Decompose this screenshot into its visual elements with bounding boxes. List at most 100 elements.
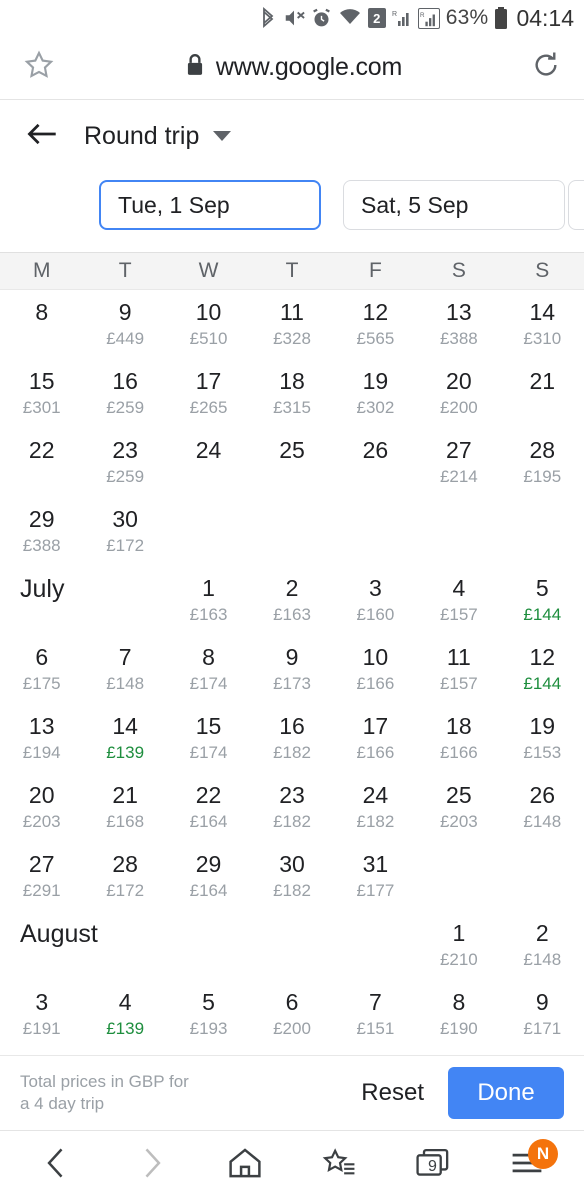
calendar-day-cell[interactable]: 28 £172 bbox=[83, 850, 166, 901]
url-display[interactable]: www.google.com bbox=[56, 53, 530, 82]
calendar-day-cell[interactable]: 9 £173 bbox=[250, 643, 333, 694]
calendar-day-cell[interactable]: 9 £449 bbox=[83, 298, 166, 349]
calendar-day-cell[interactable]: 18 £315 bbox=[250, 367, 333, 418]
calendar-day-cell[interactable]: 7 £151 bbox=[334, 988, 417, 1039]
day-number: 11 bbox=[280, 299, 304, 325]
day-number: 29 bbox=[28, 506, 55, 532]
calendar-day-cell[interactable]: 24 £182 bbox=[334, 781, 417, 832]
calendar-day-cell[interactable]: 3 £160 bbox=[334, 574, 417, 625]
trip-type-label: Round trip bbox=[84, 121, 200, 150]
reset-button[interactable]: Reset bbox=[361, 1079, 424, 1107]
calendar-day-cell[interactable]: 25 £203 bbox=[417, 781, 500, 832]
calendar-day-cell[interactable]: 5 £193 bbox=[167, 988, 250, 1039]
nav-tabs-button[interactable]: 9 bbox=[404, 1137, 462, 1195]
calendar-day-cell[interactable]: 17 £166 bbox=[334, 712, 417, 763]
calendar-day-cell[interactable]: 26 £148 bbox=[501, 781, 584, 832]
departure-date-field[interactable]: Tue, 1 Sep bbox=[99, 180, 321, 230]
date-fields-row: Tue, 1 Sep Sat, 5 Sep bbox=[0, 172, 584, 252]
calendar-day-cell[interactable]: 22 £164 bbox=[167, 781, 250, 832]
calendar-day-cell[interactable]: 3 £191 bbox=[0, 988, 83, 1039]
calendar-day-cell[interactable]: 4 £139 bbox=[83, 988, 166, 1039]
day-number: 24 bbox=[362, 782, 389, 808]
nav-forward-button[interactable] bbox=[122, 1137, 180, 1195]
url-text: www.google.com bbox=[215, 53, 403, 81]
arrow-left-icon[interactable] bbox=[26, 120, 58, 153]
nav-home-button[interactable] bbox=[216, 1137, 274, 1195]
calendar-day-cell[interactable]: 11 £328 bbox=[250, 298, 333, 349]
nav-bookmarks-button[interactable] bbox=[310, 1137, 368, 1195]
calendar-day-cell[interactable]: 23 £259 bbox=[83, 436, 166, 487]
calendar-day-cell[interactable]: 12 £144 bbox=[501, 643, 584, 694]
signal-roaming-icon: R bbox=[392, 8, 412, 28]
day-number: 19 bbox=[362, 368, 389, 394]
calendar-day-cell[interactable]: 14 £139 bbox=[83, 712, 166, 763]
calendar-day-cell[interactable]: 28 £195 bbox=[501, 436, 584, 487]
calendar-day-cell[interactable]: 30 £182 bbox=[250, 850, 333, 901]
calendar-day-cell[interactable]: 29 £388 bbox=[0, 505, 83, 556]
calendar-day-cell[interactable]: 25 bbox=[250, 436, 333, 464]
calendar-day-cell[interactable]: 15 £301 bbox=[0, 367, 83, 418]
calendar-day-cell[interactable]: 2 £148 bbox=[501, 919, 584, 970]
calendar-day-cell[interactable]: 20 £200 bbox=[417, 367, 500, 418]
calendar-day-cell[interactable]: 13 £194 bbox=[0, 712, 83, 763]
trip-type-selector[interactable]: Round trip bbox=[84, 121, 232, 151]
calendar-day-cell[interactable]: 21 bbox=[501, 367, 584, 395]
calendar-day-cell[interactable]: 6 £175 bbox=[0, 643, 83, 694]
calendar-day-cell[interactable]: 21 £168 bbox=[83, 781, 166, 832]
calendar-day-cell[interactable]: 8 £174 bbox=[167, 643, 250, 694]
day-number: 12 bbox=[362, 299, 389, 325]
calendar-day-cell[interactable]: 11 £157 bbox=[417, 643, 500, 694]
nav-menu-button[interactable]: N bbox=[498, 1137, 558, 1195]
nav-back-button[interactable] bbox=[28, 1137, 86, 1195]
calendar-day-cell[interactable]: 5 £144 bbox=[501, 574, 584, 625]
return-date-field[interactable]: Sat, 5 Sep bbox=[343, 180, 565, 230]
day-price: £449 bbox=[106, 329, 145, 348]
calendar-day-cell[interactable]: 22 bbox=[0, 436, 83, 464]
calendar-day-cell[interactable]: 27 £291 bbox=[0, 850, 83, 901]
chevron-left-icon bbox=[42, 1146, 72, 1185]
calendar-day-cell[interactable]: 23 £182 bbox=[250, 781, 333, 832]
day-price: £164 bbox=[189, 881, 228, 900]
third-field-partial[interactable] bbox=[568, 180, 584, 230]
calendar-day-cell[interactable]: 13 £388 bbox=[417, 298, 500, 349]
done-button[interactable]: Done bbox=[448, 1067, 564, 1119]
month-label: July bbox=[20, 575, 65, 603]
calendar-day-cell[interactable]: 8 £190 bbox=[417, 988, 500, 1039]
calendar-day-cell[interactable]: 17 £265 bbox=[167, 367, 250, 418]
calendar-day-cell[interactable]: 31 £177 bbox=[334, 850, 417, 901]
reload-icon[interactable] bbox=[530, 49, 562, 86]
day-price: £157 bbox=[439, 605, 478, 624]
calendar-day-cell[interactable]: 20 £203 bbox=[0, 781, 83, 832]
calendar-day-cell[interactable]: 7 £148 bbox=[83, 643, 166, 694]
calendar-day-cell[interactable]: 1 £163 bbox=[167, 574, 250, 625]
calendar-day-cell[interactable]: 4 £157 bbox=[417, 574, 500, 625]
calendar-day-cell[interactable]: 10 £166 bbox=[334, 643, 417, 694]
calendar-day-cell[interactable]: 15 £174 bbox=[167, 712, 250, 763]
calendar-day-cell[interactable]: 6 £200 bbox=[250, 988, 333, 1039]
calendar-day-cell[interactable]: 30 £172 bbox=[83, 505, 166, 556]
calendar-day-cell[interactable]: 27 £214 bbox=[417, 436, 500, 487]
star-outline-icon[interactable] bbox=[22, 48, 56, 87]
calendar-day-cell[interactable]: 19 £153 bbox=[501, 712, 584, 763]
calendar-day-cell[interactable]: 1 £210 bbox=[417, 919, 500, 970]
calendar-day-cell[interactable]: 12 £565 bbox=[334, 298, 417, 349]
calendar-day-cell[interactable]: 14 £310 bbox=[501, 298, 584, 349]
calendar-day-cell[interactable]: 16 £182 bbox=[250, 712, 333, 763]
day-number: 21 bbox=[112, 782, 138, 808]
calendar-day-cell[interactable]: 18 £166 bbox=[417, 712, 500, 763]
calendar-day-cell[interactable]: 26 bbox=[334, 436, 417, 464]
calendar-day-cell[interactable]: 19 £302 bbox=[334, 367, 417, 418]
month-label: August bbox=[20, 920, 98, 948]
calendar-day-cell[interactable]: 16 £259 bbox=[83, 367, 166, 418]
calendar-day-cell[interactable]: 9 £171 bbox=[501, 988, 584, 1039]
wifi-icon bbox=[338, 8, 362, 28]
day-number: 7 bbox=[369, 989, 382, 1015]
calendar-day-cell[interactable]: 2 £163 bbox=[250, 574, 333, 625]
day-number: 13 bbox=[28, 713, 55, 739]
calendar-day-cell[interactable]: 8 bbox=[0, 298, 83, 326]
calendar-day-cell[interactable]: 29 £164 bbox=[167, 850, 250, 901]
calendar-footer: Total prices in GBP for a 4 day trip Res… bbox=[0, 1055, 584, 1130]
calendar-day-cell[interactable]: 24 bbox=[167, 436, 250, 464]
day-price: £200 bbox=[439, 398, 478, 417]
calendar-day-cell[interactable]: 10 £510 bbox=[167, 298, 250, 349]
